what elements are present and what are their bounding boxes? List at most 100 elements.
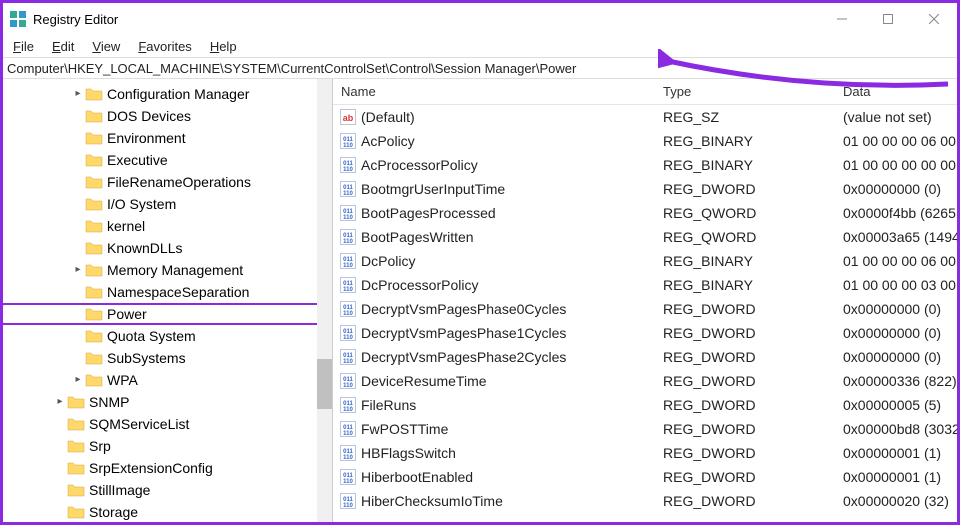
value-name: DecryptVsmPagesPhase0Cycles bbox=[361, 301, 663, 317]
svg-text:110: 110 bbox=[343, 479, 353, 485]
expand-icon[interactable]: ▸ bbox=[53, 391, 67, 413]
tree-panel: ▸Configuration ManagerDOS DevicesEnviron… bbox=[3, 79, 333, 522]
tree-item[interactable]: Environment bbox=[3, 127, 332, 149]
value-row[interactable]: 011110HiberbootEnabledREG_DWORD0x0000000… bbox=[333, 465, 957, 489]
value-data: 0x00000000 (0) bbox=[843, 301, 957, 317]
tree-item[interactable]: SrpExtensionConfig bbox=[3, 457, 332, 479]
value-row[interactable]: 011110HBFlagsSwitchREG_DWORD0x00000001 (… bbox=[333, 441, 957, 465]
binary-value-icon: 011110 bbox=[337, 205, 359, 221]
tree-item[interactable]: Quota System bbox=[3, 325, 332, 347]
value-data: 0x0000f4bb (62651 bbox=[843, 205, 957, 221]
value-type: REG_QWORD bbox=[663, 229, 843, 245]
menu-view[interactable]: View bbox=[92, 39, 120, 54]
value-row[interactable]: 011110FwPOSTTimeREG_DWORD0x00000bd8 (303… bbox=[333, 417, 957, 441]
value-data: 01 00 00 00 00 00 0 bbox=[843, 157, 957, 173]
tree-item[interactable]: StillImage bbox=[3, 479, 332, 501]
menu-file[interactable]: File bbox=[13, 39, 34, 54]
tree-item[interactable]: I/O System bbox=[3, 193, 332, 215]
tree-item[interactable]: DOS Devices bbox=[3, 105, 332, 127]
tree-item-label: FileRenameOperations bbox=[107, 171, 251, 193]
value-row[interactable]: 011110DecryptVsmPagesPhase1CyclesREG_DWO… bbox=[333, 321, 957, 345]
folder-icon bbox=[85, 307, 103, 321]
tree-item[interactable]: ▸Memory Management bbox=[3, 259, 332, 281]
tree-item[interactable]: Storage bbox=[3, 501, 332, 522]
value-type: REG_DWORD bbox=[663, 493, 843, 509]
value-type: REG_DWORD bbox=[663, 325, 843, 341]
value-name: BootmgrUserInputTime bbox=[361, 181, 663, 197]
value-row[interactable]: 011110HiberChecksumIoTimeREG_DWORD0x0000… bbox=[333, 489, 957, 513]
svg-text:110: 110 bbox=[343, 143, 353, 149]
titlebar: Registry Editor bbox=[3, 3, 957, 35]
value-data: 0x00000005 (5) bbox=[843, 397, 957, 413]
svg-text:ab: ab bbox=[343, 113, 354, 123]
menu-favorites[interactable]: Favorites bbox=[138, 39, 191, 54]
tree-item-label: Srp bbox=[89, 435, 111, 457]
address-bar[interactable]: Computer\HKEY_LOCAL_MACHINE\SYSTEM\Curre… bbox=[3, 57, 957, 79]
svg-text:110: 110 bbox=[343, 503, 353, 509]
folder-icon bbox=[67, 483, 85, 497]
svg-text:110: 110 bbox=[343, 455, 353, 461]
value-type: REG_DWORD bbox=[663, 469, 843, 485]
value-row[interactable]: 011110DcPolicyREG_BINARY01 00 00 00 06 0… bbox=[333, 249, 957, 273]
value-name: DcProcessorPolicy bbox=[361, 277, 663, 293]
folder-icon bbox=[85, 351, 103, 365]
maximize-button[interactable] bbox=[865, 3, 911, 35]
value-type: REG_DWORD bbox=[663, 373, 843, 389]
value-row[interactable]: 011110FileRunsREG_DWORD0x00000005 (5) bbox=[333, 393, 957, 417]
tree-item[interactable]: ▸SNMP bbox=[3, 391, 332, 413]
column-header-data[interactable]: Data bbox=[843, 84, 957, 99]
tree-item[interactable]: Power bbox=[3, 303, 332, 325]
value-type: REG_DWORD bbox=[663, 397, 843, 413]
svg-text:110: 110 bbox=[343, 431, 353, 437]
value-row[interactable]: 011110BootPagesProcessedREG_QWORD0x0000f… bbox=[333, 201, 957, 225]
content-area: ▸Configuration ManagerDOS DevicesEnviron… bbox=[3, 79, 957, 522]
column-header-name[interactable]: Name bbox=[333, 84, 663, 99]
list-panel: Name Type Data ab(Default)REG_SZ(value n… bbox=[333, 79, 957, 522]
value-row[interactable]: 011110AcPolicyREG_BINARY01 00 00 00 06 0… bbox=[333, 129, 957, 153]
tree-item-label: WPA bbox=[107, 369, 138, 391]
tree-scrollbar-thumb[interactable] bbox=[317, 359, 332, 409]
tree-item[interactable]: SQMServiceList bbox=[3, 413, 332, 435]
tree-item[interactable]: KnownDLLs bbox=[3, 237, 332, 259]
value-type: REG_DWORD bbox=[663, 445, 843, 461]
tree-scrollbar-track[interactable] bbox=[317, 79, 332, 522]
value-row[interactable]: 011110DcProcessorPolicyREG_BINARY01 00 0… bbox=[333, 273, 957, 297]
tree-item[interactable]: FileRenameOperations bbox=[3, 171, 332, 193]
folder-icon bbox=[85, 285, 103, 299]
menu-edit[interactable]: Edit bbox=[52, 39, 74, 54]
menubar: File Edit View Favorites Help bbox=[3, 35, 957, 57]
value-name: HiberbootEnabled bbox=[361, 469, 663, 485]
tree-item[interactable]: ▸Configuration Manager bbox=[3, 83, 332, 105]
minimize-button[interactable] bbox=[819, 3, 865, 35]
value-row[interactable]: 011110DeviceResumeTimeREG_DWORD0x0000033… bbox=[333, 369, 957, 393]
value-row[interactable]: 011110BootmgrUserInputTimeREG_DWORD0x000… bbox=[333, 177, 957, 201]
tree-item[interactable]: NamespaceSeparation bbox=[3, 281, 332, 303]
tree-item[interactable]: Srp bbox=[3, 435, 332, 457]
tree[interactable]: ▸Configuration ManagerDOS DevicesEnviron… bbox=[3, 83, 332, 522]
tree-item-label: SQMServiceList bbox=[89, 413, 189, 435]
menu-help[interactable]: Help bbox=[210, 39, 237, 54]
value-row[interactable]: 011110AcProcessorPolicyREG_BINARY01 00 0… bbox=[333, 153, 957, 177]
close-button[interactable] bbox=[911, 3, 957, 35]
tree-item-label: SubSystems bbox=[107, 347, 186, 369]
expand-icon[interactable]: ▸ bbox=[71, 259, 85, 281]
value-row[interactable]: 011110DecryptVsmPagesPhase0CyclesREG_DWO… bbox=[333, 297, 957, 321]
svg-text:110: 110 bbox=[343, 239, 353, 245]
tree-item-label: SrpExtensionConfig bbox=[89, 457, 213, 479]
tree-item[interactable]: kernel bbox=[3, 215, 332, 237]
value-row[interactable]: 011110DecryptVsmPagesPhase2CyclesREG_DWO… bbox=[333, 345, 957, 369]
expand-icon[interactable]: ▸ bbox=[71, 83, 85, 105]
tree-item-label: kernel bbox=[107, 215, 145, 237]
column-header-type[interactable]: Type bbox=[663, 84, 843, 99]
tree-item[interactable]: Executive bbox=[3, 149, 332, 171]
folder-icon bbox=[85, 329, 103, 343]
value-row[interactable]: 011110BootPagesWrittenREG_QWORD0x00003a6… bbox=[333, 225, 957, 249]
tree-item[interactable]: SubSystems bbox=[3, 347, 332, 369]
value-row[interactable]: ab(Default)REG_SZ(value not set) bbox=[333, 105, 957, 129]
tree-item[interactable]: ▸ WPA bbox=[3, 369, 332, 391]
expand-icon[interactable]: ▸ bbox=[71, 369, 85, 391]
binary-value-icon: 011110 bbox=[337, 157, 359, 173]
tree-item-label: DOS Devices bbox=[107, 105, 191, 127]
tree-item-label: KnownDLLs bbox=[107, 237, 183, 259]
value-list[interactable]: ab(Default)REG_SZ(value not set)011110Ac… bbox=[333, 105, 957, 522]
